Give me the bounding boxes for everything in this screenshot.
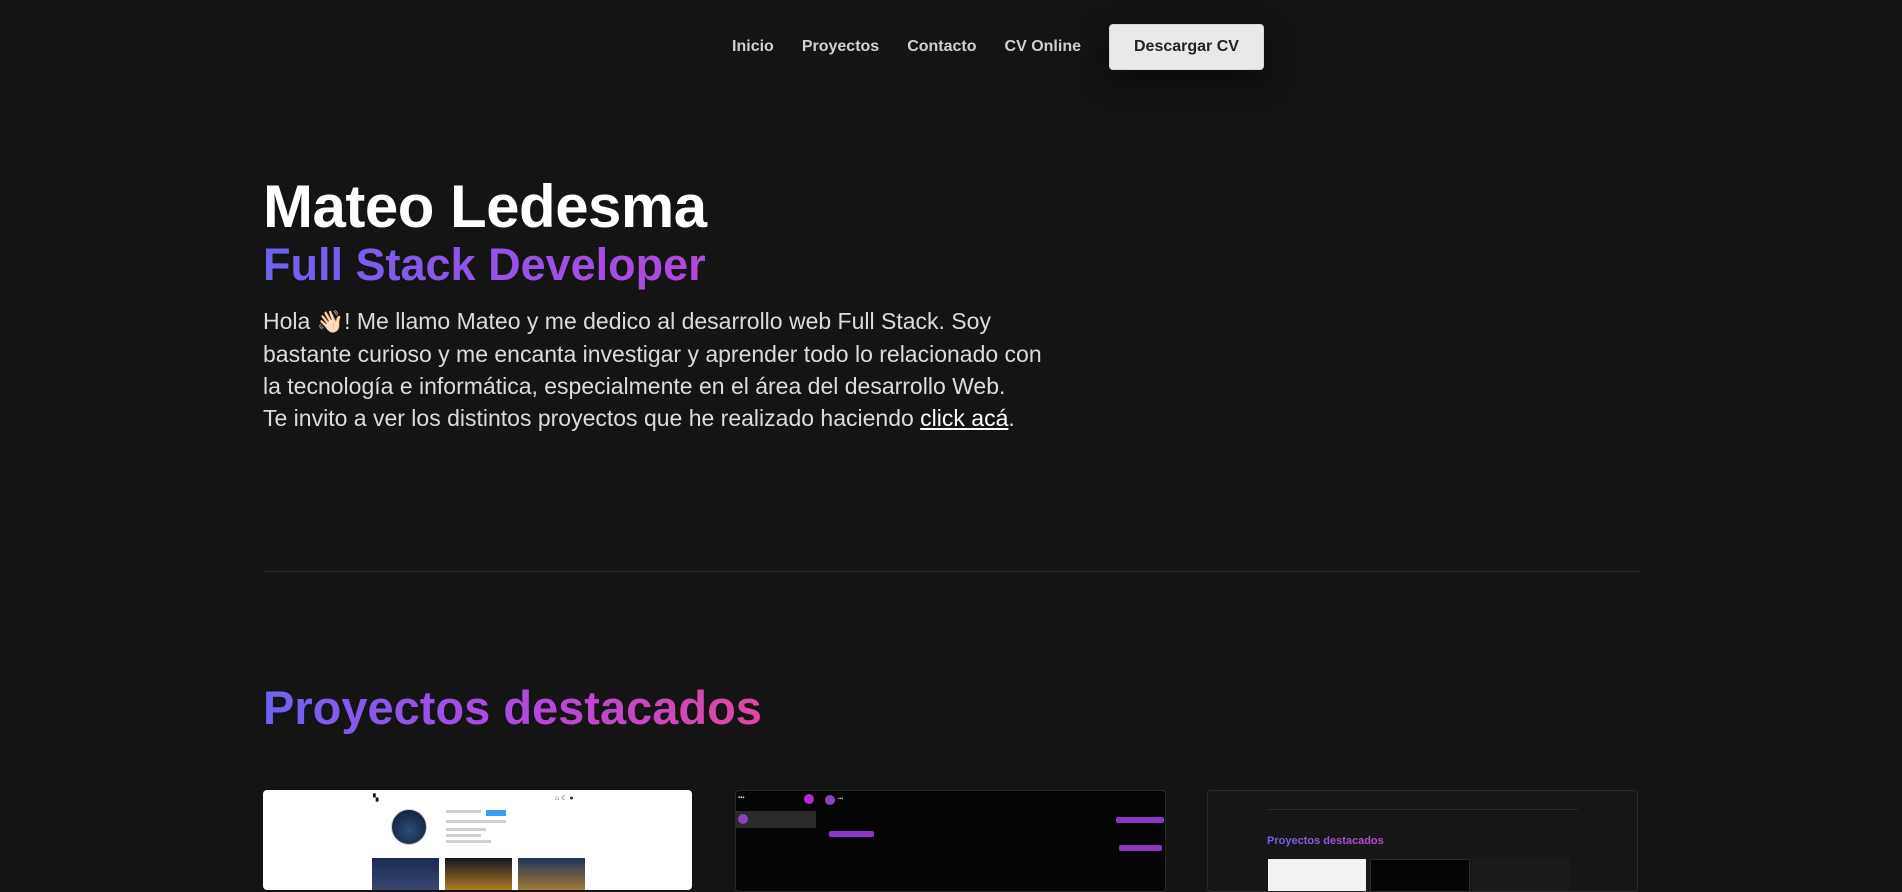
hero-intro: ! Me llamo Mateo y me dedico al desarrol…: [263, 308, 1042, 399]
preview-follow-tag: [486, 810, 506, 816]
preview-avatar: [738, 814, 748, 824]
preview-chat-item: [736, 811, 816, 828]
preview-mini-card: [1268, 859, 1366, 891]
preview-text-line: [446, 828, 486, 831]
preview-avatar: [825, 795, 835, 805]
projects-link[interactable]: click acá: [920, 405, 1008, 431]
section-divider: [263, 571, 1640, 572]
preview-nav-icons: ⌂ ☾ ●: [555, 795, 574, 802]
preview-thumbnail: [372, 858, 439, 890]
preview-message-bubble: [829, 831, 874, 837]
preview-avatar: [391, 809, 427, 845]
preview-text-line: [446, 810, 481, 813]
hero-section: Mateo Ledesma Full Stack Developer Hola …: [263, 175, 1043, 434]
preview-thumbnail: [445, 858, 512, 890]
hero-greeting: Hola: [263, 308, 317, 334]
download-cv-button[interactable]: Descargar CV: [1108, 24, 1264, 70]
preview-message-bubble: [1119, 845, 1162, 851]
hero-name: Mateo Ledesma: [263, 173, 707, 240]
preview-text-line: [446, 820, 506, 823]
preview-header: ▪▪▪: [838, 796, 844, 802]
project-card-chat-app[interactable]: ▪▪▪ ▪▪▪: [735, 790, 1166, 892]
preview-divider: [1268, 809, 1578, 810]
nav-link-proyectos[interactable]: Proyectos: [802, 38, 879, 56]
preview-brand: ▪▪▪: [738, 795, 745, 801]
preview-message-bubble: [1116, 817, 1164, 823]
project-card-portfolio[interactable]: Proyectos destacados: [1207, 790, 1638, 892]
nav-link-inicio[interactable]: Inicio: [732, 38, 774, 56]
preview-text-line: [446, 840, 491, 843]
preview-text-line: [446, 834, 481, 837]
top-nav: Inicio Proyectos Contacto CV Online Desc…: [0, 24, 1902, 70]
preview-mini-card: [1472, 859, 1570, 891]
hero-invite-end: .: [1008, 405, 1015, 431]
hero-description: Hola 👋🏻! Me llamo Mateo y me dedico al d…: [263, 305, 1043, 434]
preview-new-chat-icon: [804, 794, 814, 804]
projects-title: Proyectos destacados: [263, 681, 762, 734]
preview-thumbnail: [518, 858, 585, 890]
nav-link-cv-online[interactable]: CV Online: [1005, 38, 1081, 56]
project-card-instagram-clone[interactable]: ▚ ⌂ ☾ ●: [263, 790, 692, 890]
preview-section-title: Proyectos destacados: [1267, 835, 1384, 847]
hero-invite: Te invito a ver los distintos proyectos …: [263, 405, 921, 431]
nav-link-contacto[interactable]: Contacto: [907, 38, 976, 56]
nav-links: Inicio Proyectos Contacto CV Online Desc…: [718, 24, 1264, 70]
hero-role: Full Stack Developer: [263, 239, 1043, 291]
waving-hand-icon: 👋🏻: [316, 309, 345, 334]
preview-logo: ▚: [373, 795, 379, 802]
preview-mini-card: [1370, 859, 1470, 891]
